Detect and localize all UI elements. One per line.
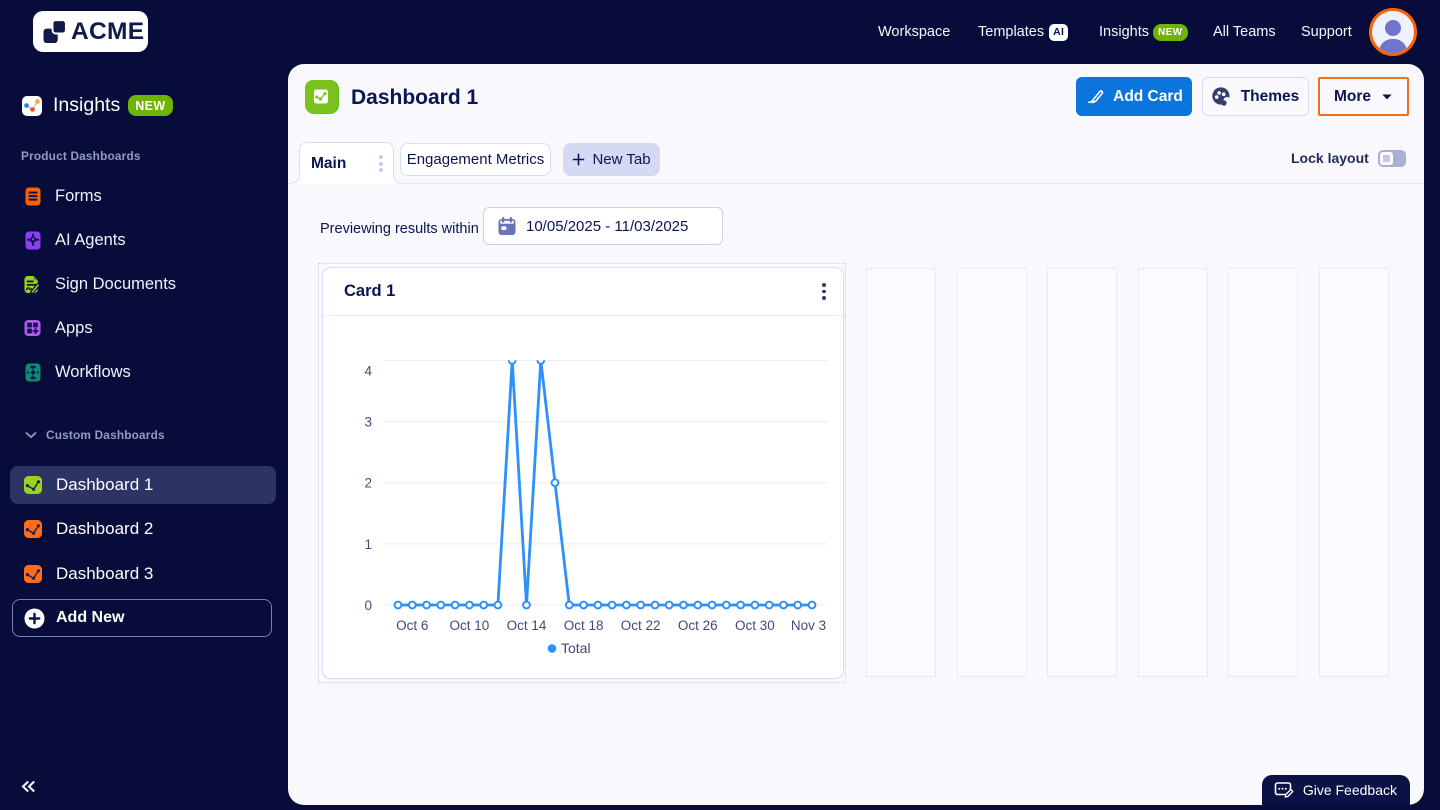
svg-text:Oct 14: Oct 14: [507, 618, 547, 633]
svg-text:1: 1: [364, 537, 372, 552]
svg-text:Oct 10: Oct 10: [450, 618, 490, 633]
svg-text:Nov 3: Nov 3: [791, 618, 826, 633]
svg-text:3: 3: [364, 415, 372, 430]
svg-text:4: 4: [364, 363, 372, 378]
svg-text:2: 2: [364, 476, 372, 491]
svg-text:Oct 22: Oct 22: [621, 618, 661, 633]
svg-text:Oct 30: Oct 30: [735, 618, 775, 633]
svg-text:Total: Total: [561, 640, 591, 656]
svg-text:Oct 6: Oct 6: [396, 618, 428, 633]
svg-text:Oct 26: Oct 26: [678, 618, 718, 633]
svg-text:Oct 18: Oct 18: [564, 618, 604, 633]
svg-text:0: 0: [364, 598, 372, 613]
